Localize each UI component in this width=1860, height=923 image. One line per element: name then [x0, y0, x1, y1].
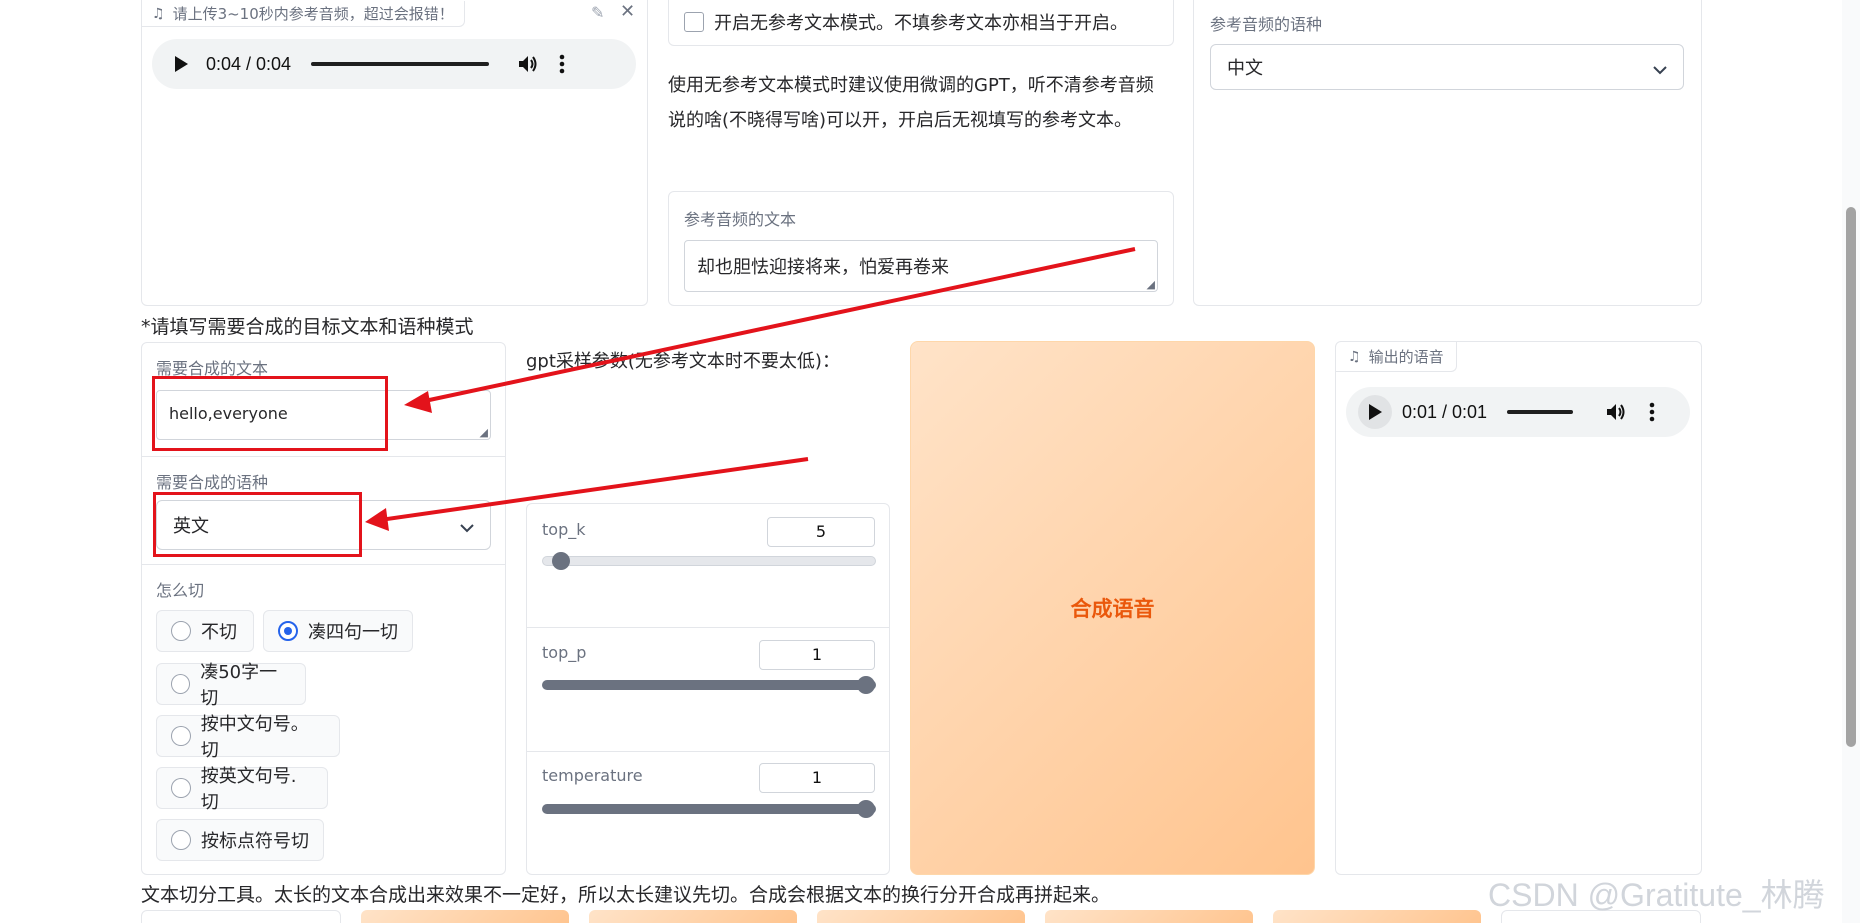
annotation-arrowhead-1 [404, 391, 432, 413]
annotation-arrow-2 [379, 457, 809, 522]
annotation-arrows [365, 247, 1136, 531]
annotation-arrow-1 [419, 247, 1136, 404]
annotation-arrowhead-2 [365, 508, 389, 531]
